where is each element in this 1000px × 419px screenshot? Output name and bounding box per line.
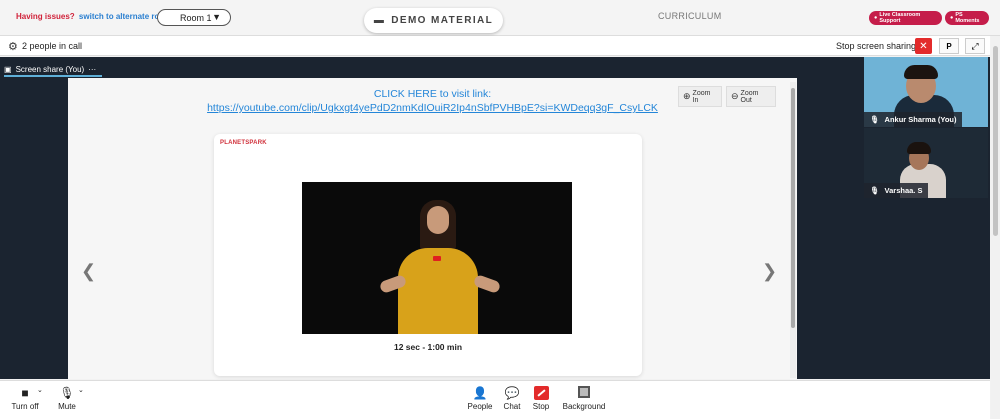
turn-off-camera-button[interactable]: ■ Turn off ⌄ [10,386,43,411]
people-count: 2 people in call [22,41,83,51]
mic-icon: 🎙 [59,386,75,400]
background-button[interactable]: Background [561,386,607,411]
live-support-label: Live Classroom Support [879,12,921,24]
ps-moments-label: PS Moments [955,12,980,24]
chevron-down-icon[interactable]: ⌄ [37,386,43,394]
chat-button[interactable]: 💬 Chat [501,386,523,411]
expand-icon[interactable]: ⤢ [965,38,985,54]
mic-icon: 🎙 [870,115,880,124]
screen-share-label: Screen share (You) [15,64,85,74]
background-label: Background [562,402,606,411]
scrollbar-thumb[interactable] [791,88,795,328]
stop-share-icon [530,386,552,402]
zoom-in-label: Zoom In [692,89,711,104]
room-select-value: Room 1 [180,12,212,23]
participant-name-tag: 🎙 Ankur Sharma (You) [864,112,963,127]
people-label: People [467,402,493,411]
background-icon [561,386,607,402]
screen-scrollbar[interactable] [790,82,796,378]
people-button[interactable]: 👤 People [466,386,494,411]
clip-duration: 12 sec - 1:00 min [393,342,463,352]
zoom-in-icon: ⊕ [683,91,691,101]
stop-share-button[interactable]: Stop [530,386,552,411]
zoom-out-icon: ⊖ [731,91,739,101]
chevron-down-icon[interactable]: ⌄ [78,386,84,394]
shared-screen: CLICK HERE to visit link: https://youtub… [68,78,797,379]
demo-material-button[interactable]: ▬ DEMO MATERIAL [364,8,503,33]
chat-label: Chat [503,402,521,411]
participant-name: Ankur Sharma (You) [884,115,957,124]
zoom-in-button[interactable]: ⊕ Zoom In [678,86,722,107]
chevron-left-icon[interactable]: ❮ [81,261,96,282]
caret-down-icon: ▼ [212,12,221,22]
support-icon: ● [874,15,878,21]
more-icon[interactable]: ··· [88,65,96,74]
turn-off-label: Turn off [11,402,39,411]
top-bar: Having issues? switch to alternate room … [0,0,1000,36]
room-select[interactable]: Room 1 ▼ [157,9,231,26]
issues-text: Having issues? [16,12,75,21]
scrollbar-thumb[interactable] [993,46,998,236]
participant-hair [904,65,938,79]
mute-button[interactable]: 🎙 Mute ⌄ [56,386,84,411]
planetspark-logo: PLANETSPARK [220,140,267,146]
participant-tile[interactable]: 🎙 Ankur Sharma (You) [864,57,988,127]
page-scrollbar[interactable] [991,36,1000,419]
participant-hair [907,142,931,154]
screen-icon: ▣ [4,64,12,74]
close-icon[interactable]: ✕ [915,38,932,54]
stop-sharing-label: Stop screen sharing [836,41,917,51]
participant-name: Varshaa. S [884,186,923,195]
zoom-out-button[interactable]: ⊖ Zoom Out [726,86,776,107]
person-icon: 👤 [472,386,488,400]
pin-button[interactable]: P [939,38,959,54]
call-toolbar: ⚙ 2 people in call Stop screen sharing ✕… [0,36,990,56]
chat-icon: 💬 [504,386,520,400]
tab-underline [4,75,102,77]
video-player[interactable] [302,182,572,334]
chevron-right-icon[interactable]: ❯ [762,261,777,282]
mic-icon: 🎙 [870,186,880,195]
participant-name-tag: 🎙 Varshaa. S [864,183,929,198]
live-support-button[interactable]: ● Live Classroom Support [869,11,942,25]
issues-message: Having issues? switch to alternate room [16,12,171,21]
content-card: PLANETSPARK 12 sec - 1:00 min [214,134,642,376]
folder-icon: ▬ [373,15,386,26]
mute-label: Mute [58,402,76,411]
demo-material-label: DEMO MATERIAL [391,15,494,26]
video-subject-face [427,206,449,234]
zoom-out-label: Zoom Out [740,89,759,104]
youtube-icon [433,256,441,261]
moments-icon: ● [950,15,954,21]
stop-label: Stop [532,402,550,411]
participant-tiles: 🎙 Ankur Sharma (You) 🎙 Varshaa. S [864,57,988,199]
screen-share-tab[interactable]: ▣ Screen share (You) ··· [4,62,96,76]
gear-icon[interactable]: ⚙ [8,40,18,53]
curriculum-tab[interactable]: CURRICULUM [658,11,722,21]
participant-tile[interactable]: 🎙 Varshaa. S [864,128,988,198]
ps-moments-button[interactable]: ● PS Moments [945,11,989,25]
camera-icon: ■ [21,386,29,400]
bottom-controls: ■ Turn off ⌄ 🎙 Mute ⌄ 👤 People 💬 Chat St… [0,380,990,419]
